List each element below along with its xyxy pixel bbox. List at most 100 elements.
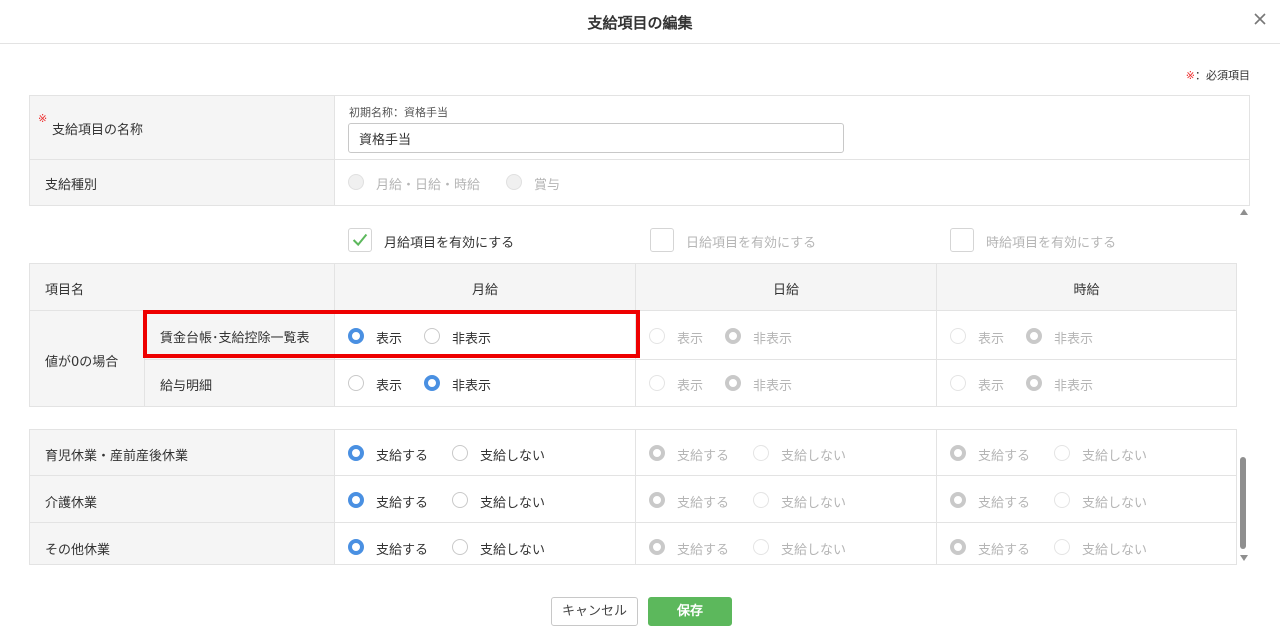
zero-value-group-cell: 値が0の場合 (29, 311, 145, 407)
check-icon (352, 233, 368, 247)
col-hourly-text: 時給 (1073, 283, 1100, 298)
scrollbar-thumb[interactable] (1240, 457, 1246, 549)
item-name-label: 支給項目の名称 (52, 123, 144, 138)
other-daily-pay-radio[interactable] (649, 539, 665, 555)
leave-nursing-hourly: 支給する 支給しない (937, 476, 1237, 523)
other-hourly-nopay-label: 支給しない (1082, 543, 1148, 558)
leave-childcare-monthly: 支給する 支給しない (335, 429, 636, 476)
nursing-monthly-nopay-label: 支給しない (480, 496, 546, 511)
childcare-daily-pay-label: 支給する (677, 449, 730, 464)
nursing-daily-nopay-radio[interactable] (753, 492, 769, 508)
pay-type-radio-bonus[interactable] (506, 174, 522, 190)
other-monthly-nopay-label: 支給しない (480, 543, 546, 558)
nursing-daily-pay-radio[interactable] (649, 492, 665, 508)
payslip-monthly-show-radio[interactable] (348, 375, 364, 391)
nursing-hourly-nopay-radio[interactable] (1054, 492, 1070, 508)
required-mark: ※ (38, 112, 48, 125)
ledger-daily-hide-radio[interactable] (725, 328, 741, 344)
required-note: ※：必須項目 (1186, 67, 1250, 83)
enable-hourly-label: 時給項目を有効にする (986, 236, 1117, 251)
close-icon[interactable] (1252, 11, 1268, 27)
leave-nursing-monthly: 支給する 支給しない (335, 476, 636, 523)
leave-nursing-daily: 支給する 支給しない (636, 476, 937, 523)
childcare-daily-nopay-label: 支給しない (781, 449, 847, 464)
leave-row-other-label: その他休業 (45, 543, 111, 558)
pay-type-radio-monthly[interactable] (348, 174, 364, 190)
childcare-monthly-pay-label: 支給する (376, 449, 429, 464)
enable-daily-label: 日給項目を有効にする (686, 236, 817, 251)
leave-row-childcare-label: 育児休業・産前産後休業 (45, 449, 189, 464)
other-daily-nopay-radio[interactable] (753, 539, 769, 555)
ledger-hourly-hide-label: 非表示 (1054, 332, 1094, 347)
nursing-monthly-pay-label: 支給する (376, 496, 429, 511)
other-hourly-nopay-radio[interactable] (1054, 539, 1070, 555)
ledger-daily-show-radio[interactable] (649, 328, 665, 344)
leave-childcare-hourly: 支給する 支給しない (937, 429, 1237, 476)
leave-row-nursing-label-cell: 介護休業 (29, 476, 335, 523)
col-header-hourly: 時給 (937, 263, 1237, 311)
other-daily-nopay-label: 支給しない (781, 543, 847, 558)
payslip-daily-hide-radio[interactable] (725, 375, 741, 391)
leave-other-monthly: 支給する 支給しない (335, 523, 636, 565)
other-monthly-pay-radio[interactable] (348, 539, 364, 555)
payslip-monthly-show-label: 表示 (376, 379, 403, 394)
childcare-hourly-nopay-label: 支給しない (1082, 449, 1148, 464)
childcare-daily-nopay-radio[interactable] (753, 445, 769, 461)
enable-monthly-label: 月給項目を有効にする (384, 236, 515, 251)
dialog-header: 支給項目の編集 (0, 0, 1280, 44)
zero-row-ledger-hourly: 表示 非表示 (937, 311, 1237, 360)
item-name-input[interactable] (348, 123, 844, 153)
nursing-hourly-pay-radio[interactable] (950, 492, 966, 508)
col-header-daily: 日給 (636, 263, 937, 311)
pay-type-label: 支給種別 (45, 178, 98, 193)
col-header-item-name: 項目名 (29, 263, 335, 311)
other-daily-pay-label: 支給する (677, 543, 730, 558)
ledger-hourly-show-radio[interactable] (950, 328, 966, 344)
childcare-hourly-nopay-radio[interactable] (1054, 445, 1070, 461)
enable-monthly-checkbox[interactable] (348, 228, 372, 252)
other-monthly-pay-label: 支給する (376, 543, 429, 558)
col-monthly-text: 月給 (471, 283, 498, 298)
required-note-text: ：必須項目 (1195, 69, 1250, 82)
childcare-monthly-nopay-radio[interactable] (452, 445, 468, 461)
nursing-monthly-pay-radio[interactable] (348, 492, 364, 508)
zero-row-ledger-daily: 表示 非表示 (636, 311, 937, 360)
other-hourly-pay-radio[interactable] (950, 539, 966, 555)
leave-row-other-label-cell: その他休業 (29, 523, 335, 565)
payslip-monthly-hide-radio[interactable] (424, 375, 440, 391)
cancel-button[interactable]: キャンセル (551, 597, 638, 626)
scroll-down-icon[interactable] (1240, 555, 1248, 561)
payslip-hourly-show-radio[interactable] (950, 375, 966, 391)
zero-row-payslip-daily: 表示 非表示 (636, 360, 937, 407)
childcare-monthly-nopay-label: 支給しない (480, 449, 546, 464)
zero-row-payslip-label-cell: 給与明細 (145, 360, 335, 407)
other-hourly-pay-label: 支給する (978, 543, 1031, 558)
payslip-daily-show-label: 表示 (677, 379, 704, 394)
pay-type-cell: 月給・日給・時給 賞与 (335, 160, 1250, 206)
initial-name-label: 初期名称：資格手当 (349, 106, 448, 119)
nursing-hourly-nopay-label: 支給しない (1082, 496, 1148, 511)
childcare-hourly-pay-label: 支給する (978, 449, 1031, 464)
leave-other-hourly: 支給する 支給しない (937, 523, 1237, 565)
save-button[interactable]: 保存 (648, 597, 732, 626)
childcare-daily-pay-radio[interactable] (649, 445, 665, 461)
enable-hourly-checkbox[interactable] (950, 228, 974, 252)
payslip-hourly-hide-label: 非表示 (1054, 379, 1094, 394)
other-monthly-nopay-radio[interactable] (452, 539, 468, 555)
childcare-hourly-pay-radio[interactable] (950, 445, 966, 461)
item-name-label-cell: ※ 支給項目の名称 (29, 95, 335, 160)
nursing-monthly-nopay-radio[interactable] (452, 492, 468, 508)
payslip-daily-hide-label: 非表示 (753, 379, 793, 394)
ledger-hourly-show-label: 表示 (978, 332, 1005, 347)
childcare-monthly-pay-radio[interactable] (348, 445, 364, 461)
scroll-up-icon[interactable] (1240, 209, 1248, 215)
leave-other-daily: 支給する 支給しない (636, 523, 937, 565)
enable-daily-checkbox[interactable] (650, 228, 674, 252)
zero-row-payslip-label: 給与明細 (160, 379, 213, 394)
dialog-title: 支給項目の編集 (587, 14, 693, 32)
ledger-hourly-hide-radio[interactable] (1026, 328, 1042, 344)
payslip-hourly-hide-radio[interactable] (1026, 375, 1042, 391)
payslip-daily-show-radio[interactable] (649, 375, 665, 391)
nursing-daily-nopay-label: 支給しない (781, 496, 847, 511)
nursing-daily-pay-label: 支給する (677, 496, 730, 511)
